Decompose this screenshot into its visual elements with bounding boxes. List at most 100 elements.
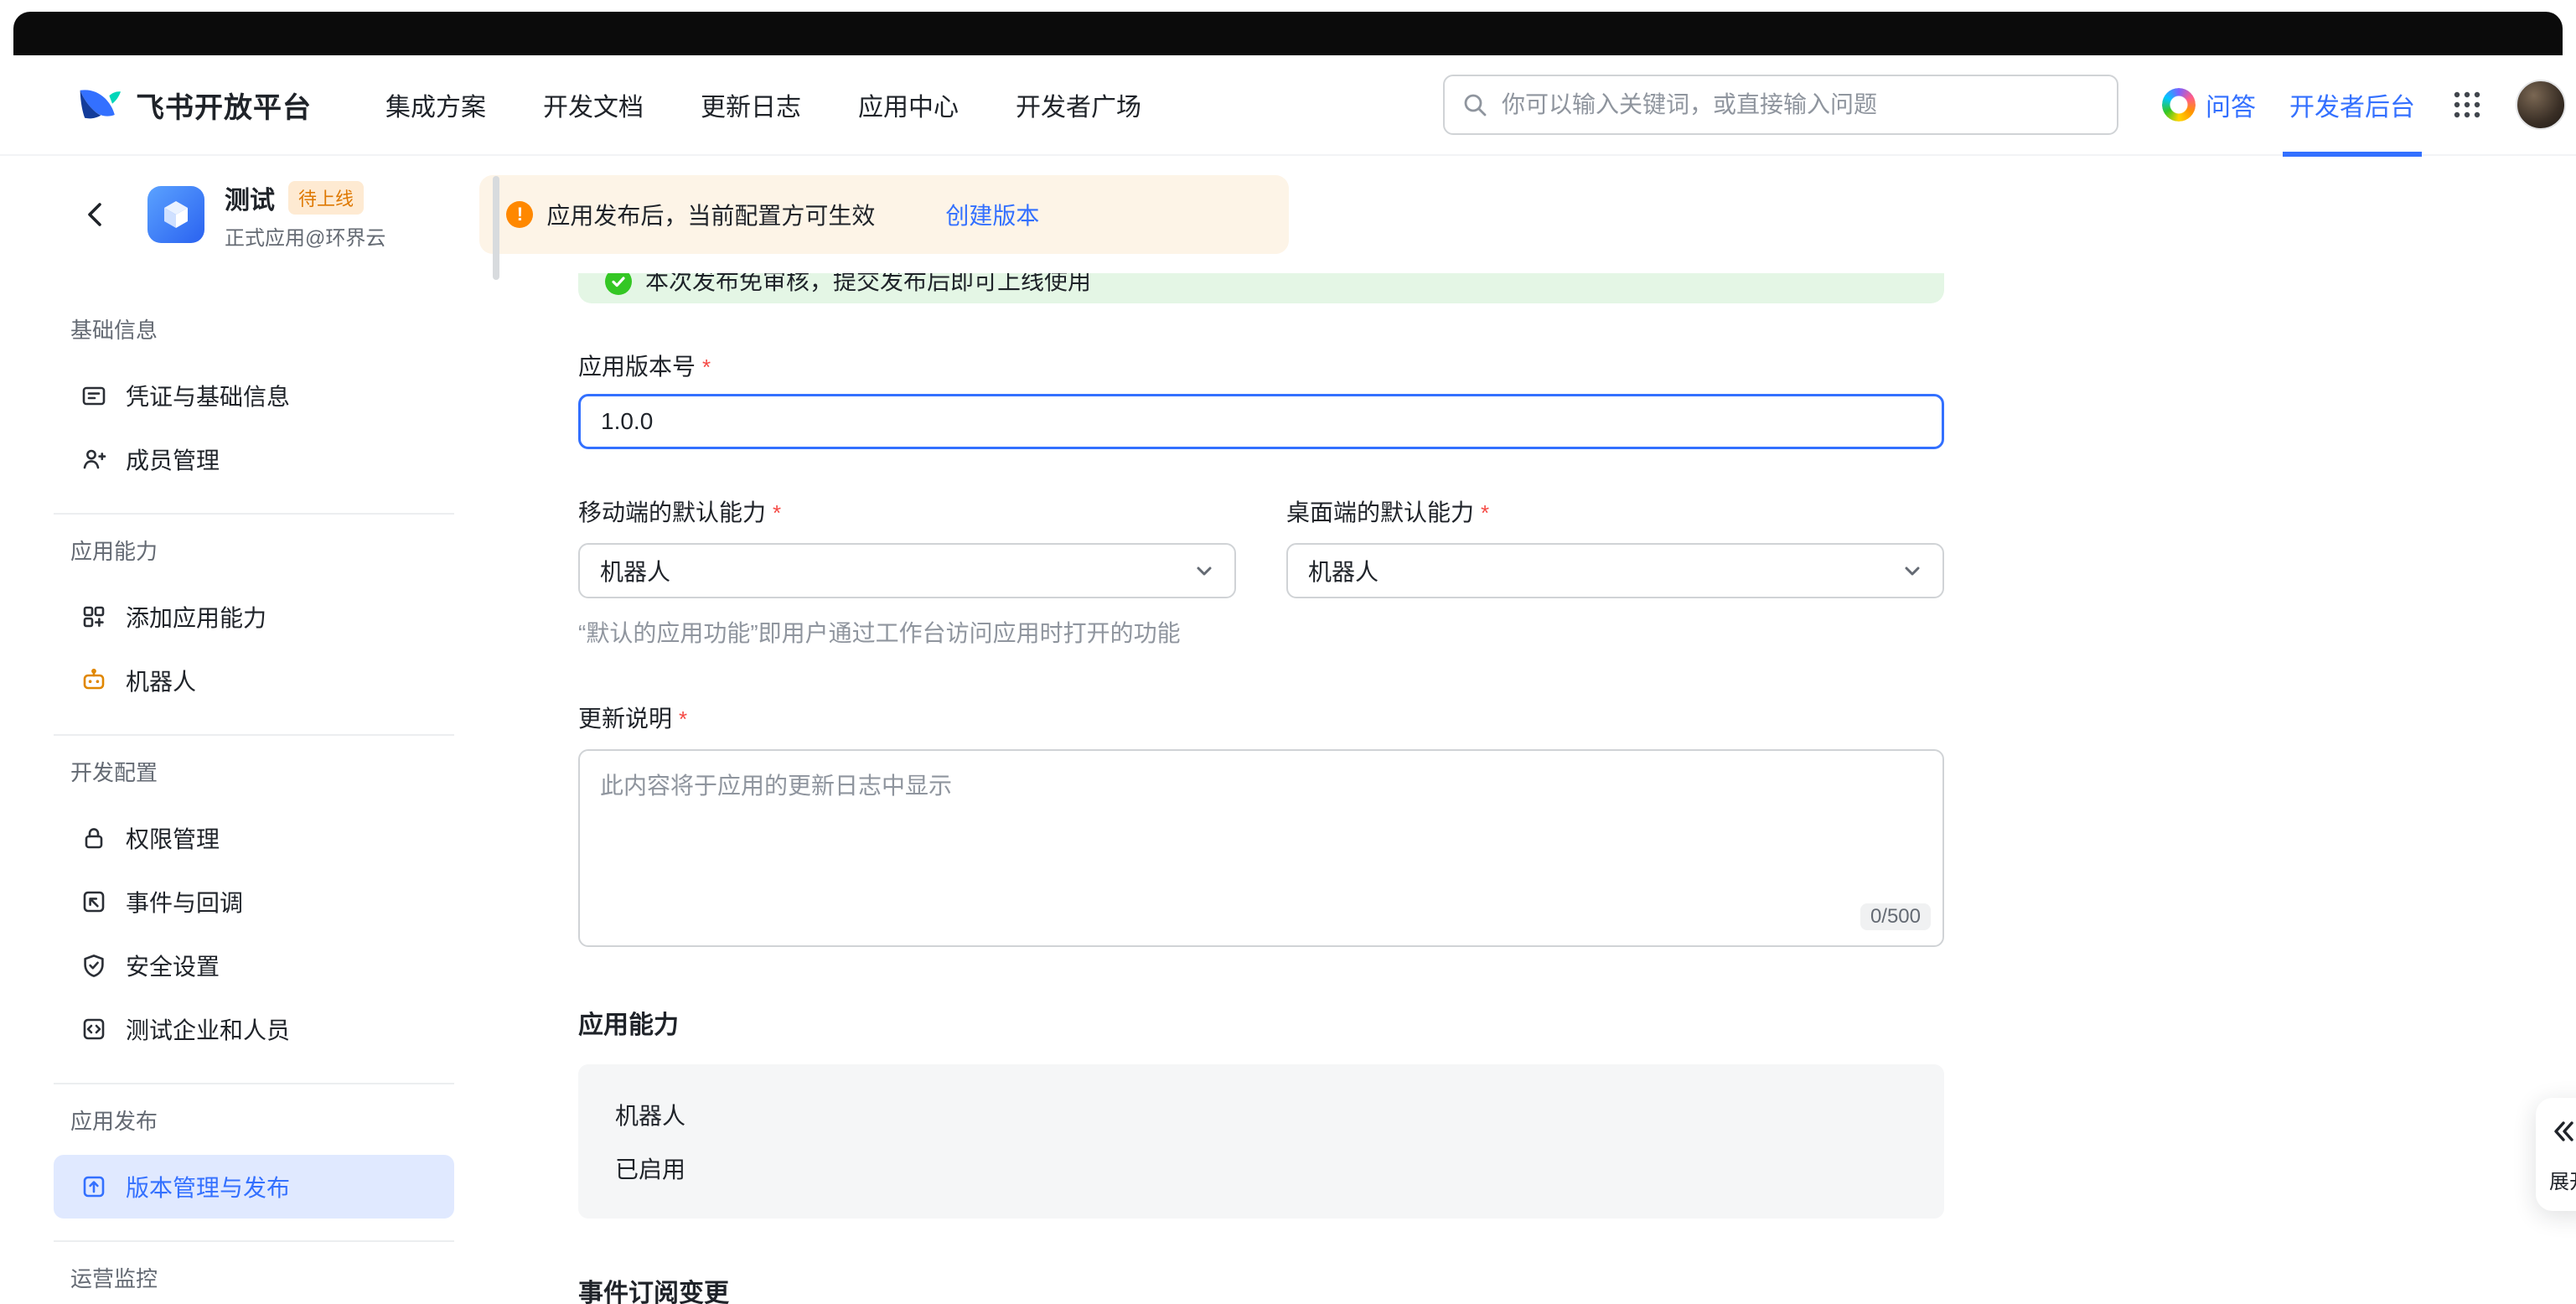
desktop-capability-value: 机器人 <box>1308 554 1379 587</box>
apps-grid-icon[interactable] <box>2452 90 2482 120</box>
sidebar-section-basic-title: 基础信息 <box>70 315 525 345</box>
sidebar-item-permissions[interactable]: 权限管理 <box>54 806 454 870</box>
success-banner: 本次发布免审核，提交发布后即可上线使用 <box>578 273 1944 303</box>
mobile-capability-field: 移动端的默认能力 机器人 <box>578 496 1236 598</box>
capability-status: 已启用 <box>615 1151 1907 1185</box>
app-meta: 测试 待上线 正式应用@环界云 <box>225 179 385 251</box>
sidebar-item-label: 成员管理 <box>126 442 220 476</box>
sidebar-section-monitor-title: 运营监控 <box>70 1264 525 1294</box>
primary-nav: 集成方案 开发文档 更新日志 应用中心 开发者广场 <box>385 86 1141 123</box>
sidebar-item-security[interactable]: 安全设置 <box>54 934 454 997</box>
feishu-logo-icon <box>75 85 122 125</box>
expand-label: 展开 <box>2549 1165 2576 1194</box>
page: 飞书开放平台 集成方案 开发文档 更新日志 应用中心 开发者广场 问答 开发者后… <box>0 0 2576 1304</box>
chevron-down-icon <box>1902 561 1922 581</box>
console-label: 开发者后台 <box>2289 86 2415 123</box>
double-chevron-left-icon <box>2549 1118 2576 1145</box>
nav-item-integration[interactable]: 集成方案 <box>385 86 486 123</box>
lock-icon <box>80 825 107 851</box>
success-check-icon <box>605 273 632 295</box>
release-up-icon <box>80 1173 107 1200</box>
sidebar-item-events[interactable]: 事件与回调 <box>54 870 454 934</box>
sidebar: 基础信息 凭证与基础信息 成员管理 应用能力 <box>0 273 525 1304</box>
sidebar-section-release-title: 应用发布 <box>70 1106 525 1136</box>
credential-icon <box>80 382 107 409</box>
search-icon <box>1461 91 1488 118</box>
app-name: 测试 <box>225 179 275 216</box>
qa-label: 问答 <box>2206 86 2256 123</box>
qa-ring-icon <box>2162 88 2196 122</box>
version-label: 应用版本号 <box>578 350 1944 384</box>
mobile-capability-label: 移动端的默认能力 <box>578 496 1236 530</box>
desktop-capability-select[interactable]: 机器人 <box>1286 543 1944 598</box>
sidebar-item-label: 凭证与基础信息 <box>126 379 290 412</box>
shield-check-icon <box>80 952 107 979</box>
notice-text: 应用发布后，当前配置方可生效 <box>546 198 875 231</box>
release-notes-textarea[interactable] <box>578 749 1944 947</box>
capability-panel: 机器人 已启用 <box>578 1064 1944 1219</box>
sidebar-divider <box>54 734 454 736</box>
warning-icon: ! <box>506 201 533 228</box>
desktop-capability-field: 桌面端的默认能力 机器人 <box>1286 496 1944 598</box>
sidebar-item-add-capability[interactable]: 添加应用能力 <box>54 585 454 649</box>
char-counter: 0/500 <box>1860 903 1931 930</box>
desktop-capability-label: 桌面端的默认能力 <box>1286 496 1944 530</box>
sidebar-item-label: 添加应用能力 <box>126 600 266 634</box>
add-capability-icon <box>80 603 107 630</box>
sidebar-item-version-release[interactable]: 版本管理与发布 <box>54 1155 454 1219</box>
brand[interactable]: 飞书开放平台 <box>75 85 312 126</box>
chevron-down-icon <box>1194 561 1214 581</box>
capability-section-title: 应用能力 <box>578 1004 1944 1041</box>
main-content: 本次发布免审核，提交发布后即可上线使用 应用版本号 移动端的默认能力 机器人 <box>525 273 2576 1304</box>
sidebar-item-label: 权限管理 <box>126 821 220 855</box>
sidebar-section-devconfig-title: 开发配置 <box>70 758 525 788</box>
sidebar-item-members[interactable]: 成员管理 <box>54 427 454 491</box>
version-input[interactable] <box>578 394 1944 449</box>
event-callback-icon <box>80 888 107 915</box>
search-input[interactable] <box>1502 91 2100 118</box>
sidebar-item-test-users[interactable]: 测试企业和人员 <box>54 997 454 1061</box>
avatar[interactable] <box>2516 80 2566 130</box>
publish-notice-banner: ! 应用发布后，当前配置方可生效 创建版本 <box>479 175 1289 254</box>
app-subtitle: 正式应用@环界云 <box>225 221 385 251</box>
brand-name: 飞书开放平台 <box>136 85 312 126</box>
status-badge: 待上线 <box>288 181 364 215</box>
nav-item-changelog[interactable]: 更新日志 <box>701 86 801 123</box>
bot-icon <box>80 667 107 694</box>
sidebar-item-label: 版本管理与发布 <box>126 1170 290 1203</box>
code-brackets-icon <box>80 1016 107 1043</box>
sidebar-divider <box>54 1240 454 1242</box>
expand-panel-handle[interactable]: 展开 <box>2536 1098 2576 1211</box>
sidebar-item-label: 机器人 <box>126 664 196 697</box>
nav-item-app-center[interactable]: 应用中心 <box>858 86 959 123</box>
top-navigation: 飞书开放平台 集成方案 开发文档 更新日志 应用中心 开发者广场 问答 开发者后… <box>0 55 2576 156</box>
back-button[interactable] <box>80 199 111 230</box>
sidebar-item-label: 测试企业和人员 <box>126 1012 290 1046</box>
window-chrome-bar <box>13 12 2563 55</box>
sidebar-divider <box>54 1083 454 1084</box>
sidebar-item-label: 安全设置 <box>126 949 220 982</box>
create-version-link[interactable]: 创建版本 <box>945 198 1039 231</box>
mobile-capability-select[interactable]: 机器人 <box>578 543 1236 598</box>
sidebar-section-capability-title: 应用能力 <box>70 536 525 567</box>
body-row: 基础信息 凭证与基础信息 成员管理 应用能力 <box>0 273 2576 1304</box>
nav-item-docs[interactable]: 开发文档 <box>543 86 644 123</box>
event-section-title: 事件订阅变更 <box>578 1272 1944 1304</box>
capability-name: 机器人 <box>615 1098 1907 1131</box>
search-box[interactable] <box>1443 75 2118 135</box>
sidebar-divider <box>54 513 454 515</box>
sidebar-item-label: 事件与回调 <box>126 885 243 918</box>
tab-developer-console[interactable]: 开发者后台 <box>2286 54 2418 155</box>
nav-item-dev-plaza[interactable]: 开发者广场 <box>1016 86 1141 123</box>
qa-entry[interactable]: 问答 <box>2162 86 2256 123</box>
members-icon <box>80 446 107 473</box>
app-header-bar: 测试 待上线 正式应用@环界云 ! 应用发布后，当前配置方可生效 创建版本 <box>0 156 2576 273</box>
success-banner-text: 本次发布免审核，提交发布后即可上线使用 <box>645 273 1091 298</box>
sidebar-item-bot[interactable]: 机器人 <box>54 649 454 712</box>
sidebar-item-credentials[interactable]: 凭证与基础信息 <box>54 364 454 427</box>
app-icon <box>147 186 204 243</box>
mobile-capability-value: 机器人 <box>600 554 670 587</box>
notes-label: 更新说明 <box>578 702 1944 736</box>
sidebar-scrollbar[interactable] <box>493 176 499 280</box>
capability-hint: “默认的应用功能”即用户通过工作台访问应用时打开的功能 <box>578 615 1944 649</box>
